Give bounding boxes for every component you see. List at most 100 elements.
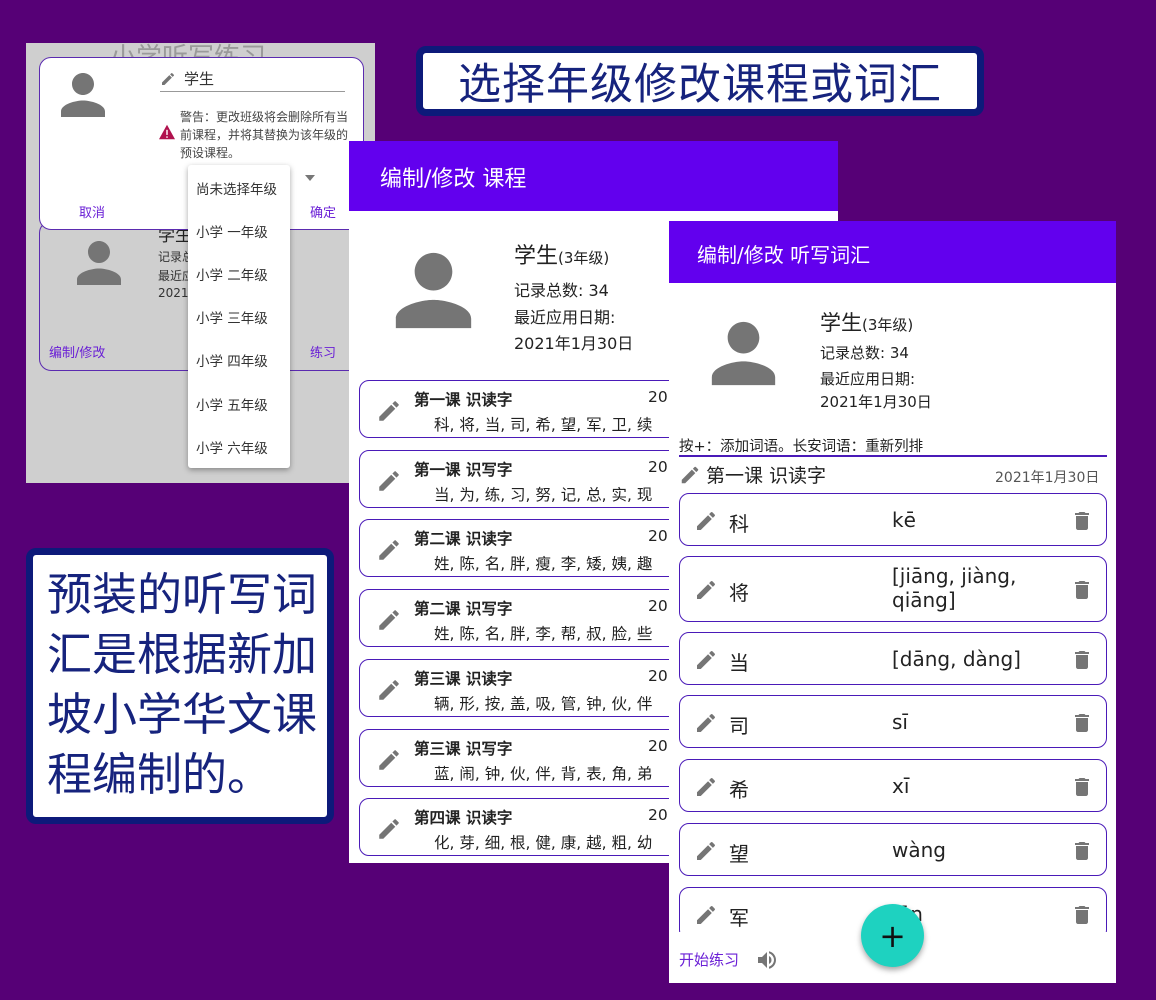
grade-option-3[interactable]: 小学 三年级 <box>196 307 268 327</box>
pencil-icon[interactable] <box>694 578 718 602</box>
student-name-text: 学生 <box>514 244 559 269</box>
add-word-button[interactable]: + <box>861 904 924 967</box>
pencil-icon[interactable] <box>694 648 718 672</box>
pencil-icon[interactable] <box>376 537 402 563</box>
lesson-date: 20 <box>648 457 668 476</box>
word-card[interactable]: 科 kē <box>679 493 1107 546</box>
grade-option-6[interactable]: 小学 六年级 <box>196 437 268 457</box>
avatar-icon <box>77 241 121 285</box>
pencil-icon[interactable] <box>376 816 402 842</box>
pencil-icon <box>162 72 175 85</box>
trash-icon[interactable] <box>1070 509 1094 533</box>
grade-option-none[interactable]: 尚未选择年级 <box>196 178 277 198</box>
pencil-icon[interactable] <box>376 398 402 424</box>
callout-top-text: 选择年级修改课程或词汇 <box>458 60 942 110</box>
word-pinyin: kē <box>892 507 916 532</box>
words-app-bar: 编制/修改 听写词汇 <box>669 221 1116 283</box>
word-character: 军 <box>729 905 749 930</box>
trash-icon[interactable] <box>1070 578 1094 602</box>
lesson-characters: 辆, 形, 按, 盖, 吸, 管, 钟, 伙, 伴 <box>434 694 653 713</box>
word-character: 司 <box>729 713 749 738</box>
lesson-title: 第二课 识读字 <box>414 530 513 549</box>
student-name: 学生(3年级) <box>820 307 913 337</box>
name-field[interactable]: 学生 <box>160 66 345 92</box>
trash-icon[interactable] <box>1070 775 1094 799</box>
lesson-characters: 蓝, 闹, 钟, 伙, 伴, 背, 表, 角, 弟 <box>434 764 653 783</box>
pencil-icon[interactable] <box>376 677 402 703</box>
start-practice-button[interactable]: 开始练习 <box>679 949 739 970</box>
lesson-title: 第三课 识写字 <box>414 739 513 758</box>
grade-option-4[interactable]: 小学 四年级 <box>196 350 268 370</box>
trash-icon[interactable] <box>1070 648 1094 672</box>
word-card[interactable]: 希 xī <box>679 759 1107 812</box>
dropdown-arrow-icon[interactable] <box>305 175 315 181</box>
words-app-bar-title: 编制/修改 听写词汇 <box>697 243 871 267</box>
lesson-characters: 化, 芽, 细, 根, 健, 康, 越, 粗, 幼 <box>434 834 653 853</box>
word-pinyin: [jiāng, jiàng, qiāng] <box>892 564 1017 612</box>
lesson-date: 20 <box>648 666 668 685</box>
warning-icon <box>159 124 175 140</box>
divider <box>679 455 1107 457</box>
avatar-icon <box>711 321 776 386</box>
trash-icon[interactable] <box>1070 903 1094 927</box>
word-character: 希 <box>729 777 749 802</box>
edit-button[interactable]: 编制/修改 <box>49 342 105 361</box>
practice-button[interactable]: 练习 <box>310 342 336 361</box>
student-grade: (3年级) <box>558 249 610 267</box>
lesson-date: 20 <box>648 388 668 406</box>
trash-icon[interactable] <box>1070 711 1094 735</box>
cancel-button[interactable]: 取消 <box>79 202 105 221</box>
student-name-text: 学生 <box>820 311 862 335</box>
word-character: 将 <box>729 581 749 605</box>
word-card[interactable]: 将 [jiāng, jiàng, qiāng] <box>679 556 1107 622</box>
lesson-title: 第二课 识写字 <box>414 600 513 619</box>
plus-icon: + <box>879 916 906 955</box>
record-count: 记录总数: 34 <box>514 281 609 300</box>
trash-icon[interactable] <box>1070 839 1094 863</box>
word-card[interactable]: 当 [dāng, dàng] <box>679 632 1107 685</box>
pencil-icon[interactable] <box>376 607 402 633</box>
usage-hint: 按+：添加词语。长安词语：重新列排 <box>679 439 924 455</box>
lesson-date: 20 <box>648 736 668 755</box>
ok-button[interactable]: 确定 <box>310 202 336 221</box>
student-name: 学生(3年级) <box>514 238 609 270</box>
lesson-characters: 姓, 陈, 名, 胖, 瘦, 李, 矮, 姨, 趣 <box>434 555 653 574</box>
grade-option-1[interactable]: 小学 一年级 <box>196 221 268 241</box>
grade-change-warning: 警告：更改班级将会删除所有当前课程，并将其替换为该年级的预设课程。 <box>180 110 349 160</box>
last-used-label: 最近应用日期: <box>514 308 616 327</box>
pencil-icon[interactable] <box>694 839 718 863</box>
last-used-label: 最近应用日期: <box>820 370 916 388</box>
pencil-icon[interactable] <box>376 468 402 494</box>
word-character: 望 <box>729 841 749 866</box>
word-character: 当 <box>729 650 749 675</box>
edit-words-screen: 编制/修改 听写词汇 学生(3年级) 记录总数: 34 最近应用日期: 2021… <box>669 221 1116 983</box>
word-pinyin: xī <box>892 773 910 798</box>
pencil-icon[interactable] <box>694 775 718 799</box>
grade-select-screen: 小学听写练习 学生 记录总 最近应 2021- 编制/修改 练习 学生 警告：更… <box>26 43 375 483</box>
pencil-icon[interactable] <box>376 747 402 773</box>
lesson-characters: 当, 为, 练, 习, 努, 记, 总, 实, 现 <box>434 485 653 504</box>
speaker-icon[interactable] <box>755 948 779 972</box>
pencil-icon[interactable] <box>694 711 718 735</box>
lessons-app-bar-title: 编制/修改 课程 <box>380 167 527 192</box>
word-card[interactable]: 望 wàng <box>679 823 1107 876</box>
record-count: 记录总数: 34 <box>820 344 909 362</box>
pencil-icon[interactable] <box>694 509 718 533</box>
pencil-icon[interactable] <box>694 903 718 927</box>
lesson-characters: 科, 将, 当, 司, 希, 望, 军, 卫, 续 <box>434 416 653 434</box>
word-card[interactable]: 司 sī <box>679 695 1107 748</box>
lesson-title: 第一课 识读字 <box>706 465 827 487</box>
lesson-title: 第四课 识读字 <box>414 809 513 828</box>
grade-option-2[interactable]: 小学 二年级 <box>196 264 268 284</box>
lessons-app-bar: 编制/修改 课程 <box>349 141 838 211</box>
word-pinyin: wàng <box>892 837 946 862</box>
lesson-date: 20 <box>648 527 668 546</box>
pencil-icon[interactable] <box>679 464 701 486</box>
last-used-date: 2021年1月30日 <box>820 393 932 411</box>
grade-option-5[interactable]: 小学 五年级 <box>196 394 268 414</box>
word-character: 科 <box>729 511 749 536</box>
lesson-date: 2021年1月30日 <box>995 470 1100 486</box>
name-field-value: 学生 <box>184 70 215 88</box>
callout-select-grade: 选择年级修改课程或词汇 <box>416 46 984 116</box>
word-pinyin: sī <box>892 709 908 734</box>
